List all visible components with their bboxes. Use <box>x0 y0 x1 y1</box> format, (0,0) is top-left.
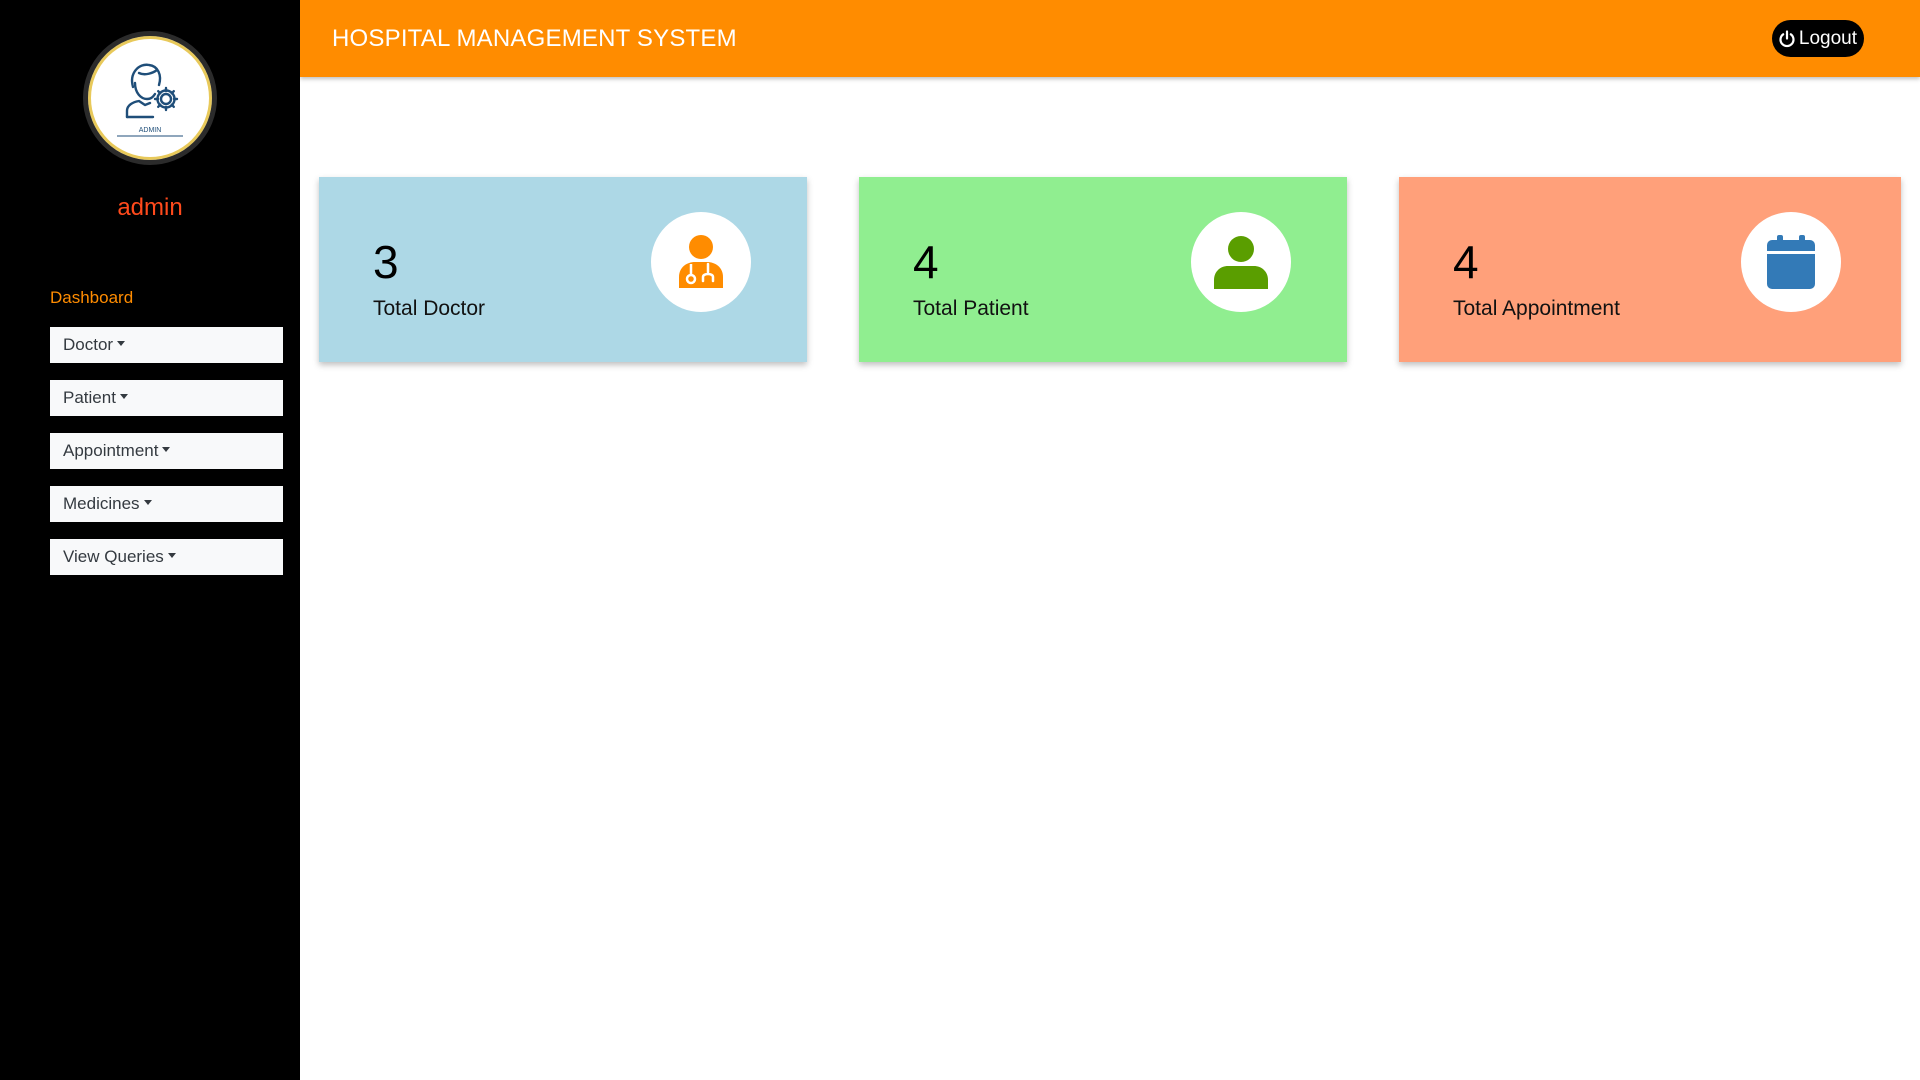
card-value: 4 <box>913 236 939 288</box>
admin-settings-icon: ADMIN <box>117 63 183 137</box>
caret-down-icon <box>167 553 176 559</box>
calendar-icon <box>1767 235 1815 289</box>
caret-down-icon <box>119 394 128 400</box>
caret-down-icon <box>162 447 171 453</box>
admin-avatar: ADMIN <box>83 31 217 165</box>
logout-button[interactable]: Logout <box>1771 20 1864 57</box>
sidebar-item-label: Medicines <box>63 494 140 513</box>
caret-down-icon <box>143 500 152 506</box>
doctor-icon-circle <box>651 212 751 312</box>
total-doctor-card: 3 Total Doctor <box>319 177 807 362</box>
calendar-icon-circle <box>1741 212 1841 312</box>
logout-label: Logout <box>1798 27 1857 49</box>
total-appointment-card: 4 Total Appointment <box>1399 177 1901 362</box>
app-title: HOSPITAL MANAGEMENT SYSTEM <box>332 25 737 52</box>
sidebar-item-label: Patient <box>63 388 116 407</box>
total-patient-card: 4 Total Patient <box>859 177 1347 362</box>
avatar-caption: ADMIN <box>139 127 162 134</box>
doctor-icon <box>679 235 723 288</box>
sidebar-item-dashboard[interactable]: Dashboard <box>50 288 133 308</box>
card-label: Total Patient <box>913 297 1029 320</box>
sidebar-item-patient[interactable]: Patient <box>50 380 283 416</box>
card-value: 3 <box>373 236 399 288</box>
card-label: Total Doctor <box>373 297 486 320</box>
patient-icon <box>1214 236 1268 289</box>
sidebar-item-label: View Queries <box>63 547 164 566</box>
sidebar-item-medicines[interactable]: Medicines <box>50 486 283 522</box>
sidebar-item-view-queries[interactable]: View Queries <box>50 539 283 575</box>
sidebar-item-label: Appointment <box>63 441 159 460</box>
patient-icon-circle <box>1191 212 1291 312</box>
sidebar-item-doctor[interactable]: Doctor <box>50 327 283 363</box>
sidebar-item-appointment[interactable]: Appointment <box>50 433 283 469</box>
power-icon <box>1779 29 1795 47</box>
card-value: 4 <box>1453 236 1479 288</box>
sidebar: ADMIN admin Dashboard Doctor Patient App… <box>0 0 300 1080</box>
sidebar-item-label: Doctor <box>63 335 114 354</box>
header-bar: HOSPITAL MANAGEMENT SYSTEM Logout <box>300 0 1920 77</box>
caret-down-icon <box>117 341 126 347</box>
card-label: Total Appointment <box>1453 297 1620 320</box>
username: admin <box>117 194 183 221</box>
